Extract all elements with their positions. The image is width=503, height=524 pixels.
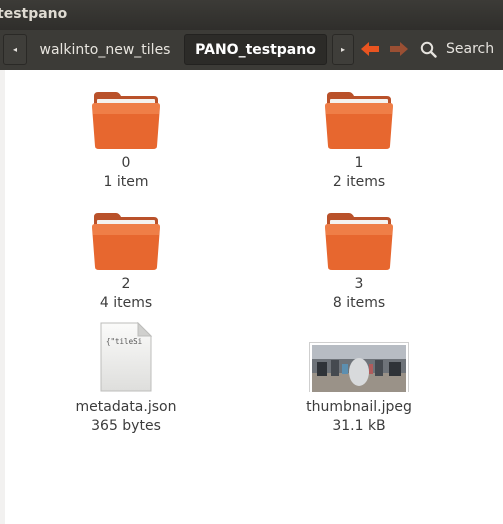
- item-size: 8 items: [332, 295, 386, 311]
- breadcrumb-walkinto-new-tiles[interactable]: walkinto_new_tiles: [30, 34, 180, 65]
- path-scroll-right-button[interactable]: ▸: [332, 34, 354, 65]
- forward-arrow-icon[interactable]: [388, 38, 410, 60]
- item-name: 0: [121, 155, 131, 171]
- folder-icon: [92, 92, 160, 149]
- item-name: metadata.json: [75, 399, 177, 415]
- title-bar: testpano: [0, 0, 503, 30]
- breadcrumb-pano-testpano[interactable]: PANO_testpano: [184, 34, 327, 65]
- folder-item-1[interactable]: 1 2 items: [289, 90, 429, 192]
- item-size: 31.1 kB: [332, 418, 386, 434]
- folder-item-2[interactable]: 2 4 items: [56, 211, 196, 313]
- chevron-right-icon: ▸: [340, 45, 345, 54]
- item-name: 1: [354, 155, 364, 171]
- search-button[interactable]: Search: [420, 36, 494, 62]
- file-preview-text: {"tileSi: [106, 337, 142, 346]
- back-arrow-icon[interactable]: [359, 38, 381, 60]
- item-name: thumbnail.jpeg: [306, 399, 412, 415]
- folder-icon: [325, 213, 393, 270]
- path-toolbar: ◂ walkinto_new_tiles PANO_testpano ▸ Sea…: [0, 30, 503, 70]
- item-size: 4 items: [99, 295, 153, 311]
- path-scroll-left-button[interactable]: ◂: [3, 34, 27, 65]
- item-size: 365 bytes: [91, 418, 161, 434]
- breadcrumb-label: walkinto_new_tiles: [39, 41, 171, 58]
- item-name: 3: [354, 276, 364, 292]
- item-size: 2 items: [332, 174, 386, 190]
- folder-icon: [325, 92, 393, 149]
- file-item-metadata-json[interactable]: {"tileSi metadata.json 365 bytes: [56, 322, 196, 436]
- chevron-left-icon: ◂: [12, 45, 17, 54]
- file-view: 0 1 item 1 2 items 2 4 items 3 8 items {…: [5, 70, 503, 524]
- item-size: 1 item: [103, 174, 149, 190]
- text-file-icon: {"tileSi: [100, 322, 153, 392]
- search-label: Search: [446, 41, 495, 57]
- folder-icon: [92, 213, 160, 270]
- folder-item-0[interactable]: 0 1 item: [56, 90, 196, 192]
- folder-item-3[interactable]: 3 8 items: [289, 211, 429, 313]
- search-icon: [420, 41, 437, 58]
- breadcrumb-label: PANO_testpano: [195, 41, 316, 58]
- item-name: 2: [121, 276, 131, 292]
- window-title: testpano: [0, 6, 68, 22]
- file-item-thumbnail-jpeg[interactable]: thumbnail.jpeg 31.1 kB: [289, 322, 429, 436]
- image-thumbnail-icon: [309, 342, 409, 392]
